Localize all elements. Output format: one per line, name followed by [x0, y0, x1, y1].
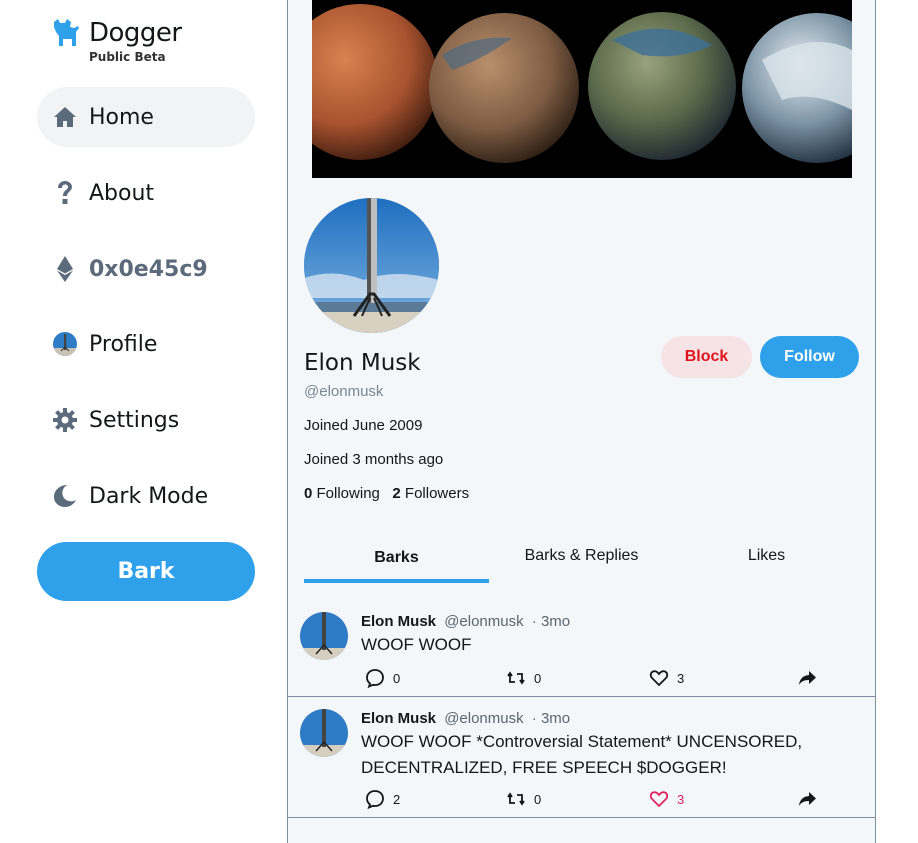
- following-count[interactable]: 0: [304, 485, 312, 502]
- rebark-icon: [507, 792, 525, 806]
- reply-icon: [366, 790, 384, 809]
- rebark-button[interactable]: 0: [506, 789, 541, 809]
- dog-logo-icon: [54, 19, 79, 46]
- reply-button[interactable]: 2: [365, 789, 400, 809]
- brand-name: Dogger: [89, 18, 182, 48]
- post-text: WOOF WOOF *Controversial Statement* UNCE…: [361, 732, 803, 777]
- share-button[interactable]: [797, 789, 817, 809]
- post-item[interactable]: Elon Musk @elonmusk · 3mo WOOF WOOF *Con…: [288, 697, 875, 818]
- share-icon: [799, 671, 816, 685]
- post-actions: 2 0 3: [361, 789, 861, 809]
- profile-handle: @elonmusk: [304, 383, 384, 400]
- profile-follow-stats: 0 Following 2 Followers: [304, 485, 469, 502]
- reply-count: 2: [393, 791, 401, 807]
- followers-count[interactable]: 2: [392, 485, 400, 502]
- rebark-count: 0: [534, 791, 542, 807]
- post-text: WOOF WOOF: [361, 635, 472, 654]
- like-count: 3: [677, 670, 685, 686]
- profile-name: Elon Musk: [304, 350, 421, 376]
- post-item[interactable]: Elon Musk @elonmusk · 3mo WOOF WOOF 0 0 …: [288, 597, 875, 697]
- ethereum-icon: [53, 256, 77, 282]
- tab-likes[interactable]: Likes: [674, 530, 859, 582]
- brand-subtitle: Public Beta: [89, 50, 166, 64]
- post-author-name[interactable]: Elon Musk: [361, 710, 436, 727]
- like-button[interactable]: 3: [649, 789, 684, 809]
- profile-banner: [312, 0, 852, 178]
- profile-avatar[interactable]: [304, 198, 439, 333]
- sidebar-item-dark-mode[interactable]: Dark Mode: [37, 466, 255, 526]
- active-tab-indicator: [304, 579, 489, 583]
- reply-button[interactable]: 0: [365, 668, 400, 688]
- sidebar-item-label: Settings: [89, 407, 180, 433]
- reply-count: 0: [393, 670, 401, 686]
- post-timestamp: · 3mo: [531, 613, 571, 630]
- brand[interactable]: Dogger Public Beta: [52, 18, 182, 64]
- sidebar-item-about[interactable]: About: [37, 163, 255, 223]
- home-icon: [53, 105, 77, 129]
- sidebar: Dogger Public Beta Home About 0x0e45c9 P…: [0, 0, 288, 843]
- heart-icon: [649, 670, 669, 687]
- tab-barks[interactable]: Barks: [304, 532, 489, 584]
- share-icon: [799, 792, 816, 806]
- sidebar-item-settings[interactable]: Settings: [37, 390, 255, 450]
- like-count: 3: [677, 791, 685, 807]
- post-avatar[interactable]: [300, 612, 348, 660]
- follow-button[interactable]: Follow: [760, 336, 859, 378]
- following-label[interactable]: Following: [317, 485, 380, 502]
- question-icon: [53, 181, 77, 205]
- share-button[interactable]: [797, 668, 817, 688]
- sidebar-item-profile[interactable]: Profile: [37, 314, 255, 374]
- like-button[interactable]: 3: [649, 668, 684, 688]
- sidebar-item-label: About: [89, 180, 155, 206]
- rebark-button[interactable]: 0: [506, 668, 541, 688]
- wallet-address: 0x0e45c9: [89, 256, 208, 282]
- avatar-icon: [53, 332, 77, 356]
- sidebar-item-label: Dark Mode: [89, 483, 209, 509]
- block-button[interactable]: Block: [661, 336, 752, 378]
- sidebar-item-home[interactable]: Home: [37, 87, 255, 147]
- followers-label[interactable]: Followers: [405, 485, 469, 502]
- planets-banner-image: [312, 0, 852, 178]
- profile-joined-relative: Joined 3 months ago: [304, 451, 444, 468]
- moon-icon: [53, 484, 77, 508]
- profile-main: Block Follow Elon Musk @elonmusk Joined …: [287, 0, 876, 843]
- post-author-handle[interactable]: @elonmusk: [444, 613, 523, 630]
- gear-icon: [53, 408, 77, 432]
- post-author-name[interactable]: Elon Musk: [361, 613, 436, 630]
- profile-joined-date: Joined June 2009: [304, 417, 423, 434]
- post-avatar[interactable]: [300, 709, 348, 757]
- post-timestamp: · 3mo: [531, 710, 571, 727]
- bark-button[interactable]: Bark: [37, 542, 255, 601]
- rebark-icon: [507, 671, 525, 685]
- rebark-count: 0: [534, 670, 542, 686]
- tab-barks-replies[interactable]: Barks & Replies: [489, 530, 674, 582]
- sidebar-item-label: Home: [89, 104, 154, 130]
- sidebar-item-wallet[interactable]: 0x0e45c9: [37, 239, 255, 299]
- post-author-handle[interactable]: @elonmusk: [444, 710, 523, 727]
- reply-icon: [366, 669, 384, 688]
- post-actions: 0 0 3: [361, 668, 861, 688]
- sidebar-item-label: Profile: [89, 331, 158, 357]
- heart-icon: [649, 791, 669, 808]
